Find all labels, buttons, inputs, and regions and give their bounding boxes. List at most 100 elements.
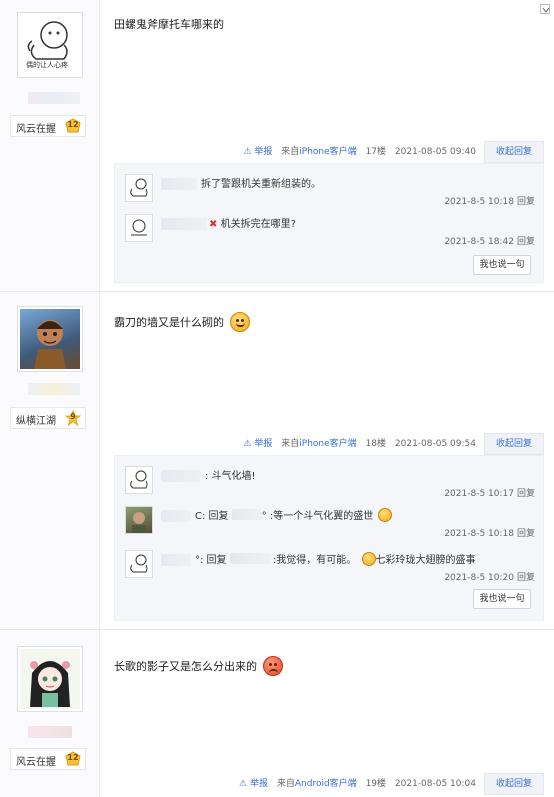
badge-title: 风云在握: [16, 124, 56, 135]
reply-text: 机关拆完在哪里?: [220, 219, 296, 230]
reply-item: : 斗气化墙! 2021-8-5 10:17 回复: [125, 466, 535, 499]
username-blurred[interactable]: [28, 726, 72, 738]
post-text: 霸刀的墙又是什么砌的: [114, 316, 224, 329]
client-link[interactable]: Android客户端: [295, 779, 357, 789]
reply-link[interactable]: 回复: [517, 197, 535, 207]
reply-avatar[interactable]: [125, 506, 153, 534]
reply-meta: 2021-8-5 18:42 回复: [444, 234, 535, 247]
say-something-button[interactable]: 我也说一句: [473, 255, 531, 275]
floor-number: 18楼: [365, 439, 387, 449]
reply-panel: 拆了警跟机关重新组装的。 2021-8-5 10:18 回复 ✖ 机关拆完在哪里?…: [114, 163, 544, 283]
dropdown-icon[interactable]: [540, 4, 550, 14]
reply-meta: 2021-8-5 10:18 回复: [444, 526, 535, 539]
level-badge[interactable]: 风云在握 12: [10, 748, 86, 770]
username-blurred[interactable]: [28, 92, 80, 104]
reply-avatar[interactable]: [125, 550, 153, 578]
reply-time: 2021-8-5 10:17: [444, 489, 514, 499]
floor-number: 17楼: [365, 147, 387, 157]
badge-level: 9: [70, 412, 76, 421]
reply-username-blurred[interactable]: [161, 218, 207, 230]
post-text: 长歌的影子又是怎么分出来的: [114, 660, 257, 673]
reply-avatar[interactable]: [125, 466, 153, 494]
reply-extra: 七彩玲珑大翅膀的盛事: [375, 555, 476, 566]
smile-emoji: [229, 312, 250, 332]
fold-replies-button[interactable]: 收起回复: [484, 773, 544, 795]
avatar[interactable]: [17, 306, 83, 372]
reply-text: : 斗气化墙!: [205, 471, 256, 482]
fold-replies-button[interactable]: 收起回复: [484, 141, 544, 163]
floor-number: 19楼: [365, 779, 387, 789]
reply-item: C: 回复 ° :等一个斗气化翼的盛世 2021-8-5 10:18 回复: [125, 506, 535, 539]
post-floor-19: 风云在握 12 长歌的影子又是怎么分出来的 ⚠ 举报 来自Android客户端 1…: [0, 630, 554, 797]
reply-text: 拆了警跟机关重新组装的。: [201, 179, 321, 190]
mention-blurred[interactable]: [229, 553, 270, 564]
avatar-image: [20, 649, 80, 709]
warning-icon: ⚠: [243, 439, 252, 449]
level-badge[interactable]: 风云在握 12: [10, 115, 86, 137]
reply-link[interactable]: 回复: [517, 489, 535, 499]
say-something-button[interactable]: 我也说一句: [473, 589, 531, 609]
smile-emoji: [378, 508, 393, 522]
post-content: 长歌的影子又是怎么分出来的: [114, 656, 283, 676]
source-prefix: 来自: [281, 439, 300, 449]
username-blurred[interactable]: [28, 383, 80, 395]
source-prefix: 来自: [281, 147, 300, 157]
post-floor-18: 纵横江湖 9 霸刀的墙又是什么砌的 ⚠ 举报 来自iPhone客户端 18楼 20…: [0, 292, 554, 630]
badge-title: 风云在握: [16, 757, 56, 768]
level-badge-icon: 12: [65, 118, 81, 134]
badge-level: 12: [67, 753, 79, 762]
reply-avatar[interactable]: [125, 174, 153, 202]
report-link[interactable]: 举报: [254, 439, 272, 449]
reply-link[interactable]: 回复: [517, 573, 535, 583]
post-time: 2021-08-05 09:40: [394, 147, 476, 157]
reply-text-row: C: 回复 ° :等一个斗气化翼的盛世: [195, 507, 393, 522]
reply-link[interactable]: 回复: [517, 237, 535, 247]
reply-meta: 2021-8-5 10:20 回复: [444, 570, 535, 583]
report-link[interactable]: 举报: [250, 779, 268, 789]
post-tail: ⚠ 举报 来自iPhone客户端 18楼 2021-08-05 09:54: [241, 435, 476, 453]
avatar[interactable]: 偶的让人心疼: [17, 12, 83, 78]
reply-mention-suffix: °: [261, 511, 267, 522]
reply-prefix: C: 回复: [195, 511, 229, 522]
post-content: 霸刀的墙又是什么砌的: [114, 312, 250, 332]
reply-link[interactable]: 回复: [517, 529, 535, 539]
level-badge[interactable]: 纵横江湖 9: [10, 407, 86, 429]
report-link[interactable]: 举报: [254, 147, 272, 157]
post-floor-17: 偶的让人心疼 风云在握 12 田螺鬼斧摩托车哪来的 ⚠ 举报 来自iPhone客户…: [0, 0, 554, 292]
reply-avatar[interactable]: [125, 214, 153, 242]
source-prefix: 来自: [276, 779, 295, 789]
reply-text: :我觉得，有可能。: [272, 555, 357, 566]
mention-blurred[interactable]: [231, 509, 262, 520]
smile-emoji: [361, 552, 376, 566]
reply-text-row: °: 回复 :我觉得，有可能。 七彩玲珑大翅膀的盛事: [195, 551, 476, 566]
client-link[interactable]: iPhone客户端: [299, 147, 356, 157]
post-content: 田螺鬼斧摩托车哪来的: [114, 16, 224, 32]
reply-time: 2021-8-5 10:18: [444, 197, 514, 207]
post-text: 田螺鬼斧摩托车哪来的: [114, 18, 224, 31]
reply-item: 拆了警跟机关重新组装的。 2021-8-5 10:18 回复: [125, 174, 535, 207]
avatar-caption: 偶的让人心疼: [26, 61, 68, 69]
reply-prefix: °: 回复: [195, 555, 227, 566]
level-badge-icon: 12: [65, 751, 81, 767]
reply-username-blurred[interactable]: [161, 510, 191, 522]
post-time: 2021-08-05 09:54: [394, 439, 476, 449]
reply-time: 2021-8-5 10:20: [444, 573, 514, 583]
post-time: 2021-08-05 10:04: [394, 779, 476, 789]
warning-icon: ⚠: [243, 147, 252, 157]
avatar[interactable]: [17, 646, 83, 712]
reply-item: ✖ 机关拆完在哪里? 2021-8-5 18:42 回复: [125, 214, 535, 247]
client-link[interactable]: iPhone客户端: [299, 439, 356, 449]
reply-username-blurred[interactable]: [161, 554, 191, 566]
reply-meta: 2021-8-5 10:17 回复: [444, 486, 535, 499]
reply-username-blurred[interactable]: [161, 470, 201, 482]
reply-emoticon: ✖: [209, 219, 218, 230]
post-tail: ⚠ 举报 来自Android客户端 19楼 2021-08-05 10:04: [237, 775, 476, 793]
badge-level: 12: [67, 120, 79, 129]
post-tail: ⚠ 举报 来自iPhone客户端 17楼 2021-08-05 09:40: [241, 143, 476, 161]
reply-username-blurred[interactable]: [161, 178, 197, 190]
badge-title: 纵横江湖: [16, 416, 56, 427]
angry-emoji: [262, 656, 283, 676]
reply-text-row: ✖ 机关拆完在哪里?: [209, 215, 296, 230]
fold-replies-button[interactable]: 收起回复: [484, 433, 544, 455]
warning-icon: ⚠: [238, 779, 247, 789]
